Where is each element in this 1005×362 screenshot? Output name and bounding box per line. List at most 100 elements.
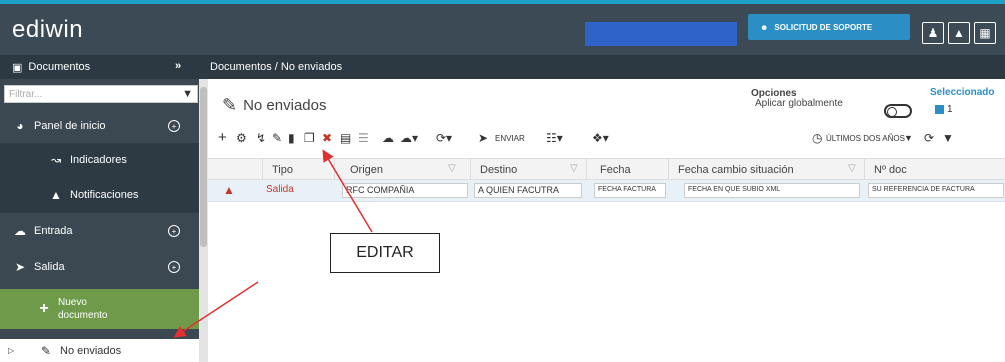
app-logo[interactable]: ediwin — [12, 16, 83, 44]
document-icon: ▣ — [12, 61, 23, 74]
support-button[interactable]: ☻ SOLICITUD DE SOPORTE — [748, 14, 910, 40]
user-profile-icon[interactable]: ♟ — [922, 22, 944, 44]
list-icon[interactable]: ☰ — [358, 131, 369, 145]
document-icon[interactable]: ▤ — [340, 131, 351, 145]
column-divider — [470, 159, 471, 181]
expand-circle-icon[interactable]: + — [168, 225, 180, 237]
delete-icon[interactable]: ▮ — [288, 131, 295, 145]
refresh-dropdown-icon[interactable]: ⟳▾ — [436, 131, 452, 145]
apply-globally-toggle[interactable] — [884, 104, 912, 118]
sidebar-item-label: Entrada — [34, 225, 73, 237]
column-divider — [668, 159, 669, 181]
support-label: SOLICITUD DE SOPORTE — [774, 22, 873, 32]
send-button[interactable]: ENVIAR — [495, 134, 525, 143]
cell-fecha: FECHA FACTURA — [594, 183, 666, 198]
cell-tipo: Salida — [266, 184, 294, 195]
col-fecha-cambio[interactable]: Fecha cambio situación — [678, 164, 794, 176]
secondary-bar: ▣ Documentos » Documentos / No enviados — [0, 55, 1005, 79]
edit-pencil-icon[interactable]: ✎ — [272, 131, 282, 145]
sidebar-item-salida[interactable]: ➤ Salida + — [0, 249, 199, 285]
date-range-select[interactable]: ÚLTIMOS DOS AÑOS — [826, 134, 905, 143]
documents-label: Documentos — [28, 61, 91, 73]
lightning-icon[interactable]: ↯ — [256, 131, 266, 145]
sidebar-item-label: Notificaciones — [70, 189, 139, 201]
sidebar-item-entrada[interactable]: ☁ Entrada + — [0, 213, 199, 249]
cell-ndoc: SU REFERENCIA DE FACTURA — [868, 183, 1004, 198]
col-destino[interactable]: Destino — [480, 164, 517, 176]
copy-icon[interactable]: ❐ — [304, 131, 315, 145]
selected-label: Seleccionado — [930, 87, 995, 98]
sidebar-item-label: No enviados — [60, 344, 122, 357]
apply-globally-label: Aplicar globalmente — [755, 98, 843, 109]
bell-icon[interactable]: ▲ — [948, 22, 970, 44]
tag-icon[interactable]: ❖▾ — [592, 131, 609, 145]
sidebar-scrollbar[interactable] — [199, 79, 208, 362]
caret-right-icon: ▷ — [8, 346, 15, 355]
send-icon[interactable]: ➤ — [478, 131, 488, 145]
cloud-download-icon[interactable]: ☁▾ — [400, 131, 418, 145]
sidebar-item-notificaciones[interactable]: ▲ Notificaciones — [0, 177, 199, 213]
filter-input[interactable]: Filtrar... ▼ — [4, 85, 198, 103]
page-title-text: No enviados — [243, 97, 327, 114]
plus-icon: + — [39, 300, 49, 317]
sidebar: Filtrar... ▼ ◕ Panel de inicio + ↝ Indic… — [0, 79, 199, 362]
sidebar-item-indicadores[interactable]: ↝ Indicadores — [0, 143, 199, 177]
account-box[interactable] — [585, 22, 737, 46]
table-header: Tipo Origen ▽ Destino ▽ Fecha Fecha camb… — [208, 158, 1005, 181]
cell-fecha-cambio: FECHA EN QUE SUBIO XML — [684, 183, 860, 198]
editar-annotation-box: EDITAR — [330, 233, 440, 273]
funnel-icon[interactable]: ▼ — [182, 88, 193, 100]
bell-icon: ▲ — [50, 188, 62, 202]
sidebar-item-label: Nuevo documento — [58, 297, 108, 321]
table-row[interactable]: ▲ Salida RFC COMPAÑIA A QUIEN FACUTRA FE… — [208, 180, 1005, 202]
cell-destino: A QUIEN FACUTRA — [474, 183, 582, 198]
cloud-upload-icon[interactable]: ☁ — [382, 131, 394, 145]
sidebar-item-nuevo-documento[interactable]: + Nuevo documento — [0, 289, 199, 329]
selected-count[interactable]: 1 — [935, 104, 953, 115]
sidebar-item-label: Salida — [34, 261, 65, 273]
column-divider — [586, 159, 587, 181]
cancel-icon[interactable]: ✖ — [322, 131, 332, 145]
sidebar-item-label: Indicadores — [70, 154, 127, 166]
dashboard-icon: ◕ — [16, 119, 24, 133]
filter-placeholder: Filtrar... — [9, 88, 43, 100]
page-title: ✎ No enviados — [222, 95, 326, 116]
sidebar-item-label: Panel de inicio — [34, 120, 106, 132]
scroll-thumb[interactable] — [200, 87, 207, 247]
pencil-icon: ✎ — [40, 343, 52, 358]
warning-icon: ▲ — [223, 183, 235, 197]
add-icon[interactable]: + — [218, 129, 227, 146]
collapse-chevron-icon[interactable]: » — [175, 60, 181, 72]
col-ndoc[interactable]: Nº doc — [874, 164, 907, 176]
grid-icon[interactable]: ▦ — [974, 22, 996, 44]
chevron-down-icon[interactable]: ▼ — [904, 133, 913, 143]
documents-menu[interactable]: ▣ Documentos — [0, 55, 199, 79]
send-icon: ➤ — [14, 260, 26, 274]
app-window: ediwin ☻ SOLICITUD DE SOPORTE ♟ ▲ ▦ ▣ Do… — [0, 0, 1005, 362]
filter-icon[interactable]: ▼ — [942, 131, 954, 145]
hierarchy-icon[interactable]: ☷▾ — [546, 131, 563, 145]
col-tipo[interactable]: Tipo — [272, 164, 293, 176]
col-fecha[interactable]: Fecha — [600, 164, 631, 176]
main-content: ✎ No enviados Opciones Aplicar globalmen… — [208, 79, 1005, 362]
refresh-icon[interactable]: ⟳ — [924, 131, 934, 145]
column-divider — [864, 159, 865, 181]
column-divider — [334, 159, 335, 181]
sidebar-item-panel[interactable]: ◕ Panel de inicio + — [0, 109, 199, 143]
expand-circle-icon[interactable]: + — [168, 261, 180, 273]
column-filter-icon[interactable]: ▽ — [570, 163, 578, 174]
breadcrumb: Documentos / No enviados — [210, 61, 343, 73]
gears-icon[interactable]: ⚙ — [236, 131, 247, 145]
inbox-icon: ☁ — [14, 224, 26, 238]
selected-count-value: 1 — [947, 104, 953, 115]
expand-circle-icon[interactable]: + — [168, 120, 180, 132]
user-icon: ☻ — [760, 22, 769, 32]
column-filter-icon[interactable]: ▽ — [848, 163, 856, 174]
pencil-icon: ✎ — [222, 95, 238, 115]
chart-icon: ↝ — [50, 153, 62, 167]
column-filter-icon[interactable]: ▽ — [448, 163, 456, 174]
sidebar-item-no-enviados[interactable]: ▷ ✎ No enviados — [0, 339, 199, 362]
column-divider — [262, 159, 263, 181]
col-origen[interactable]: Origen — [350, 164, 383, 176]
cell-origen: RFC COMPAÑIA — [342, 183, 468, 198]
